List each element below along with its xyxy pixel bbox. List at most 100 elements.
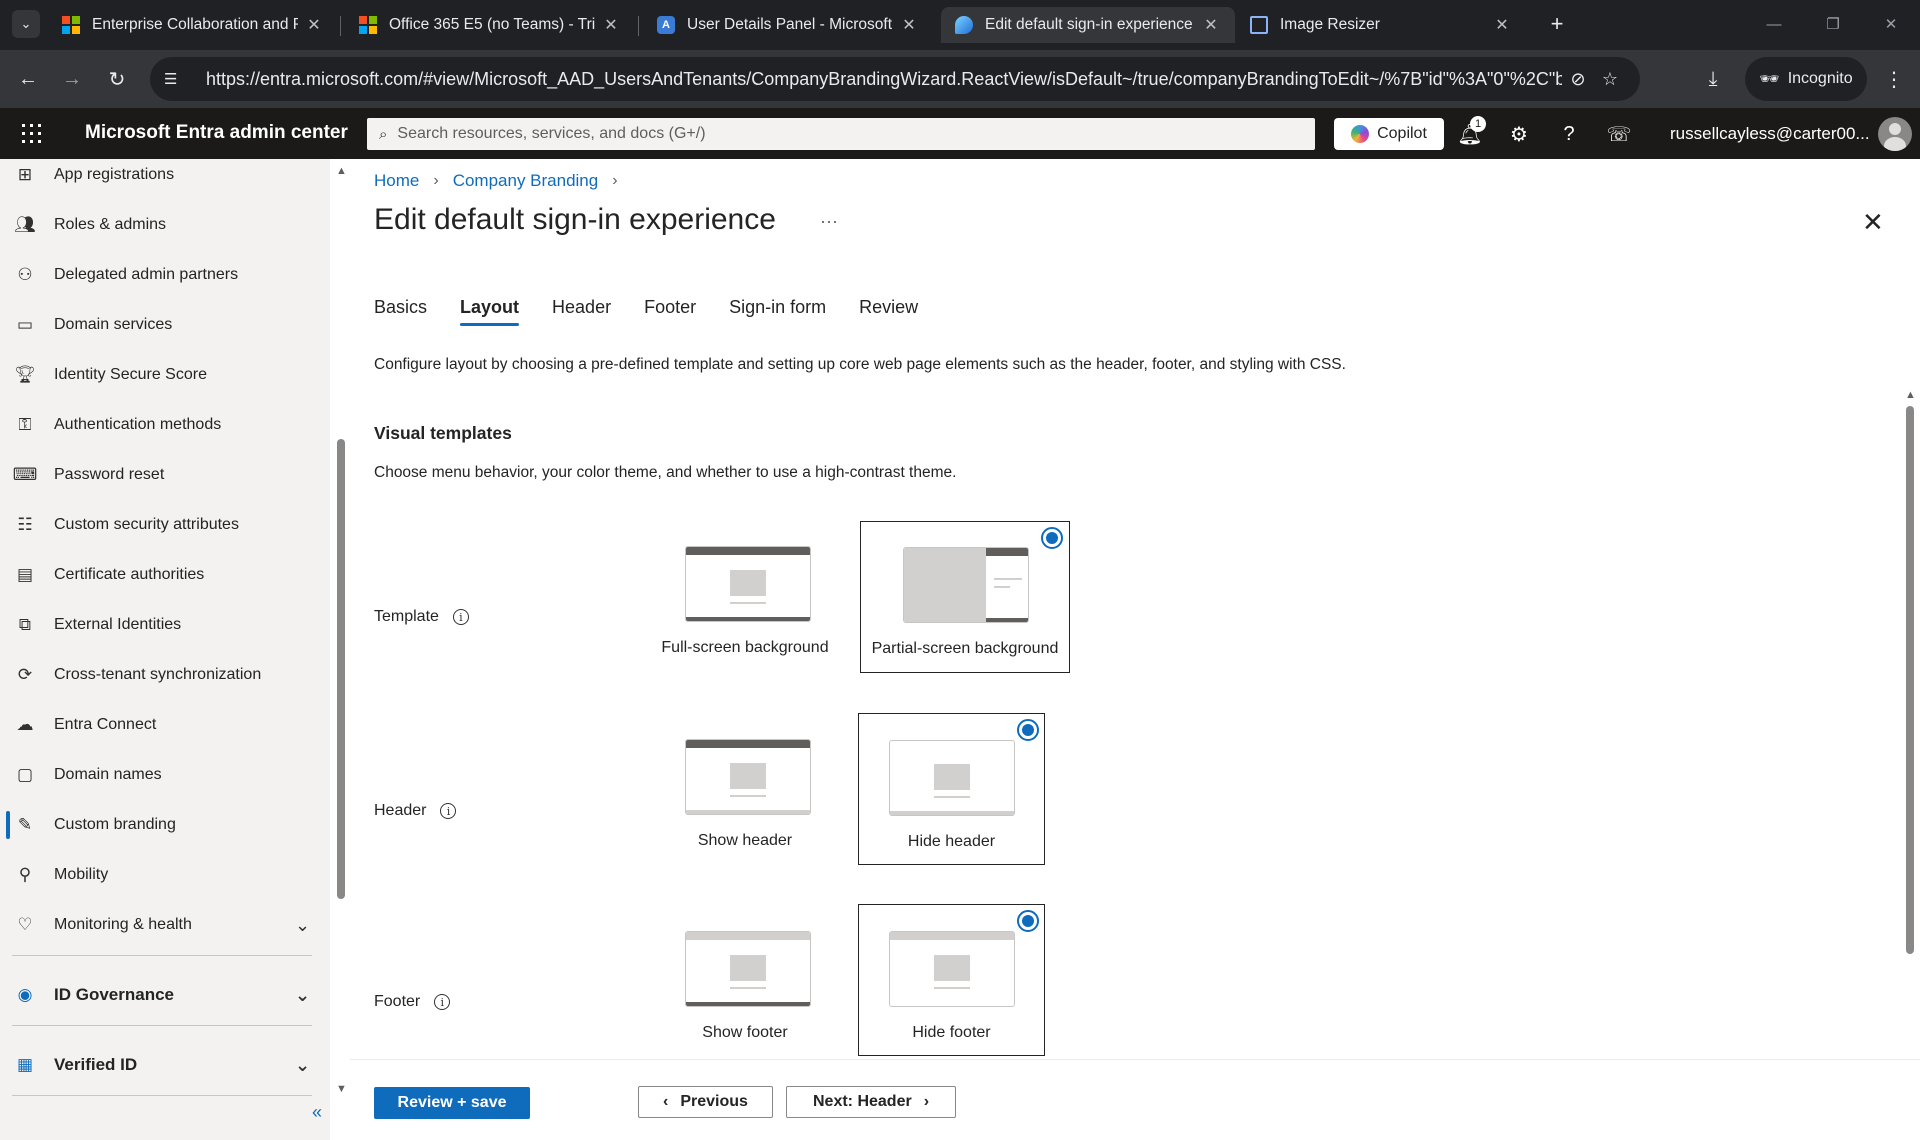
avatar[interactable] xyxy=(1878,117,1912,151)
sidebar-item-domain-services[interactable]: ▭ Domain services xyxy=(0,307,320,343)
scroll-up-icon[interactable]: ▲ xyxy=(336,165,347,177)
feedback-icon[interactable]: ☏ xyxy=(1605,120,1633,148)
back-icon[interactable]: ← xyxy=(12,63,44,95)
browser-tab[interactable]: Image Resizer ✕ xyxy=(1236,7,1526,43)
info-icon[interactable]: i xyxy=(452,609,469,625)
info-icon[interactable]: i xyxy=(434,994,451,1010)
close-tab-icon[interactable]: ✕ xyxy=(601,15,621,35)
tab-separator xyxy=(638,16,639,36)
scrollbar-thumb[interactable] xyxy=(1906,406,1914,954)
layout-description: Configure layout by choosing a pre-defin… xyxy=(374,356,1346,373)
footer-option-show[interactable]: Show footer xyxy=(660,906,830,1056)
info-icon[interactable]: i xyxy=(440,803,457,819)
sidebar-item-authentication-methods[interactable]: ⚿ Authentication methods xyxy=(0,407,320,443)
tab-sign-in-form[interactable]: Sign-in form xyxy=(729,297,826,326)
search-placeholder: Search resources, services, and docs (G+… xyxy=(397,125,706,142)
sidebar-item-external-identities[interactable]: ⧉ External Identities xyxy=(0,607,320,643)
nav-divider xyxy=(12,955,312,956)
review-save-button[interactable]: Review + save xyxy=(374,1087,530,1119)
scroll-up-icon[interactable]: ▲ xyxy=(1905,389,1916,401)
tab-separator xyxy=(340,16,341,36)
chevron-right-icon: › xyxy=(923,1093,930,1110)
breadcrumb-company-branding[interactable]: Company Branding xyxy=(453,171,599,191)
radio-selected-icon[interactable] xyxy=(1017,910,1039,932)
tab-header[interactable]: Header xyxy=(552,297,611,326)
next-header-button[interactable]: Next: Header › xyxy=(786,1086,956,1118)
sidebar-item-identity-secure-score[interactable]: 🏆︎ Identity Secure Score xyxy=(0,357,320,393)
chevron-down-icon: ⌄ xyxy=(295,1054,311,1075)
sidebar-item-domain-names[interactable]: ▢ Domain names xyxy=(0,757,320,793)
app-launcher-icon[interactable] xyxy=(20,122,42,144)
sidebar-item-custom-branding[interactable]: ✎ Custom branding xyxy=(0,807,320,843)
site-info-icon[interactable]: ☰ xyxy=(164,70,190,88)
sidebar-item-roles-admins[interactable]: 👥︎ Roles & admins xyxy=(0,207,320,243)
template-option-partial-screen[interactable]: Partial-screen background xyxy=(860,521,1070,673)
sidebar-item-certificate-authorities[interactable]: ▤ Certificate authorities xyxy=(0,557,320,593)
breadcrumb-home[interactable]: Home xyxy=(374,171,419,191)
sidebar-item-cross-tenant-synchronization[interactable]: ⟳ Cross-tenant synchronization xyxy=(0,657,320,693)
help-icon[interactable]: ? xyxy=(1555,120,1583,148)
reload-icon[interactable]: ↻ xyxy=(101,63,133,95)
minimize-icon[interactable]: — xyxy=(1756,10,1792,38)
close-tab-icon[interactable]: ✕ xyxy=(304,15,324,35)
gear-icon[interactable]: ⚙ xyxy=(1505,120,1533,148)
tab-search-icon[interactable]: ⌄ xyxy=(12,10,40,38)
restore-icon[interactable]: ❐ xyxy=(1815,10,1851,38)
chevron-down-icon: ⌄ xyxy=(295,984,311,1005)
header-row-label: Header i xyxy=(374,802,457,820)
sidebar-item-custom-security-attributes[interactable]: ☷ Custom security attributes xyxy=(0,507,320,543)
content-scrollbar[interactable]: ▲ ▼ xyxy=(1903,389,1917,1140)
bookmark-star-icon[interactable]: ☆ xyxy=(1594,69,1626,90)
header-option-hide[interactable]: Hide header xyxy=(858,713,1045,865)
browser-tab[interactable]: A User Details Panel - Microsoft 3 ✕ xyxy=(643,7,933,43)
browser-tab[interactable]: Office 365 E5 (no Teams) - Trial ✕ xyxy=(345,7,635,43)
portal-brand[interactable]: Microsoft Entra admin center xyxy=(85,122,348,144)
header-option-show[interactable]: Show header xyxy=(660,714,830,864)
tab-footer[interactable]: Footer xyxy=(644,297,696,326)
tab-review[interactable]: Review xyxy=(859,297,918,326)
radio-selected-icon[interactable] xyxy=(1041,527,1063,549)
sidebar-item-password-reset[interactable]: ⌨ Password reset xyxy=(0,457,320,493)
tab-basics[interactable]: Basics xyxy=(374,297,427,326)
sidebar-item-delegated-admin-partners[interactable]: ⚇ Delegated admin partners xyxy=(0,257,320,293)
browser-menu-icon[interactable]: ⋮ xyxy=(1878,63,1910,95)
window-close-icon[interactable]: ✕ xyxy=(1873,10,1909,38)
incognito-indicator[interactable]: 🕶 Incognito xyxy=(1745,57,1867,101)
download-icon[interactable]: ⤓ xyxy=(1697,63,1729,95)
main-content: Home › Company Branding › Edit default s… xyxy=(350,159,1920,1140)
browser-tab-active[interactable]: Edit default sign-in experience - ✕ xyxy=(941,7,1235,43)
copilot-button[interactable]: Copilot xyxy=(1334,118,1444,150)
sidebar-section-verified-id[interactable]: ▦ Verified ID ⌄ xyxy=(0,1047,320,1083)
sidebar-item-mobility[interactable]: ⚲ Mobility xyxy=(0,857,320,893)
sidebar-item-entra-connect[interactable]: ☁ Entra Connect xyxy=(0,707,320,743)
close-icon[interactable]: ✕ xyxy=(1862,207,1884,238)
new-tab-icon[interactable]: + xyxy=(1543,10,1571,38)
eye-off-icon[interactable]: ⊘ xyxy=(1562,69,1594,90)
sidebar-scrollbar[interactable]: ▲ ▼ xyxy=(332,159,350,1095)
radio-selected-icon[interactable] xyxy=(1017,719,1039,741)
url-text[interactable]: https://entra.microsoft.com/#view/Micros… xyxy=(206,69,1562,90)
close-tab-icon[interactable]: ✕ xyxy=(1492,15,1512,35)
sidebar-section-id-governance[interactable]: ◉ ID Governance ⌄ xyxy=(0,977,320,1013)
sidebar-item-monitoring-health[interactable]: ♡ Monitoring & health ⌄ xyxy=(0,907,320,943)
mobility-icon: ⚲ xyxy=(18,865,32,884)
forward-icon[interactable]: → xyxy=(56,63,88,95)
account-name[interactable]: russellcayless@carter00... xyxy=(1670,124,1870,144)
sidebar-item-app-registrations[interactable]: ⊞ App registrations xyxy=(0,159,320,193)
collapse-sidebar-icon[interactable]: « xyxy=(312,1102,322,1123)
more-options-icon[interactable]: ··· xyxy=(820,211,838,232)
tab-layout[interactable]: Layout xyxy=(460,297,520,326)
nav-divider xyxy=(12,1025,312,1026)
scrollbar-thumb[interactable] xyxy=(337,439,345,899)
trophy-icon: 🏆︎ xyxy=(14,365,36,384)
close-tab-icon[interactable]: ✕ xyxy=(899,15,919,35)
browser-tab[interactable]: Enterprise Collaboration and Pr ✕ xyxy=(48,7,338,43)
global-search-input[interactable]: ⌕ Search resources, services, and docs (… xyxy=(367,118,1315,150)
close-tab-icon[interactable]: ✕ xyxy=(1201,15,1221,35)
scroll-down-icon[interactable]: ▼ xyxy=(336,1083,347,1095)
footer-option-hide[interactable]: Hide footer xyxy=(858,904,1045,1056)
template-option-full-screen[interactable]: Full-screen background xyxy=(660,521,830,671)
external-identities-icon: ⧉ xyxy=(18,615,32,634)
address-bar[interactable]: ☰ https://entra.microsoft.com/#view/Micr… xyxy=(150,57,1640,101)
previous-button[interactable]: ‹ Previous xyxy=(638,1086,773,1118)
